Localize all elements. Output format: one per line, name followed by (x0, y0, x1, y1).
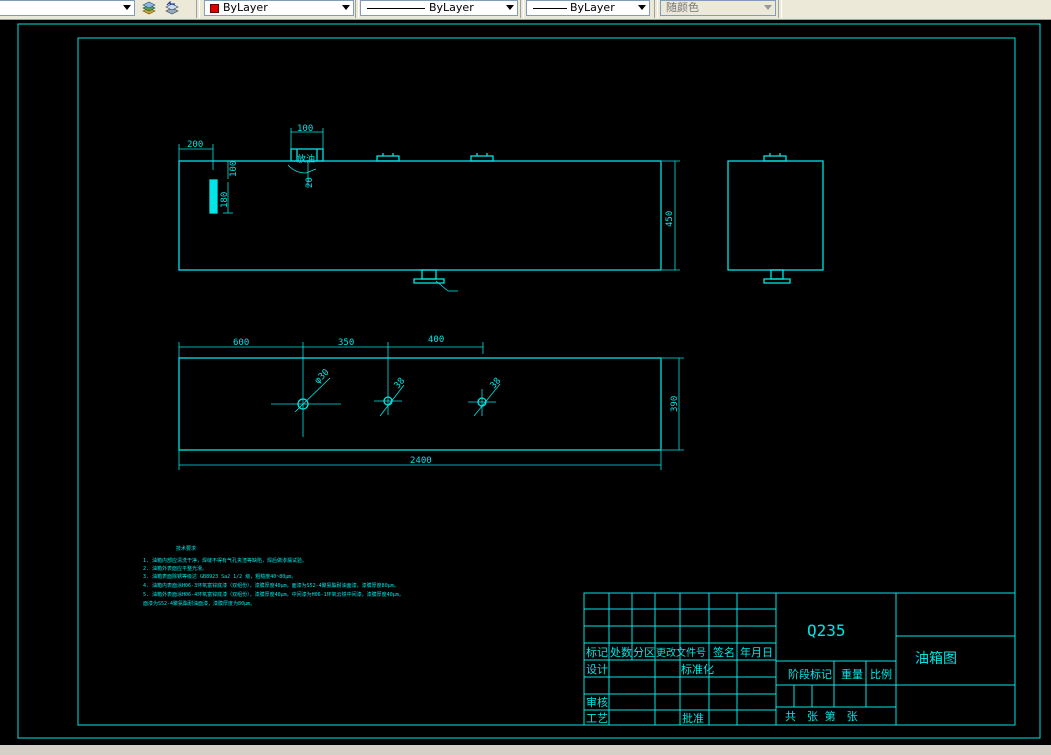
dim-text: 2400 (410, 456, 432, 466)
row-label: 工艺 (586, 712, 608, 725)
dim-text: 450 (665, 211, 675, 227)
dim-text: 180 (220, 192, 230, 208)
notes-title: 技术要求 (176, 545, 196, 552)
notes-line: 4. 油箱内表面涂H06-3环氧富锌底漆（双组份），漆膜厚度40μm，面漆为S5… (143, 582, 399, 589)
dim-text: 100 (229, 161, 239, 177)
plotstyle-control-dropdown[interactable]: 随颜色 (660, 0, 776, 16)
header-cell: 分区 (633, 646, 655, 659)
color-swatch (210, 4, 219, 13)
toolbar-separator (520, 0, 524, 18)
scale-label: 比例 (870, 667, 892, 681)
row-label: 批准 (682, 711, 704, 725)
dropdown-arrow-icon (342, 5, 350, 10)
lineweight-control-dropdown[interactable]: ByLayer (526, 0, 650, 16)
layer-dropdown[interactable] (0, 0, 135, 16)
notes-line: 面漆为S52-4聚氨酯耐油面漆，漆膜厚度为80μm。 (143, 600, 255, 607)
dropdown-arrow-icon (506, 5, 514, 10)
color-control-value: ByLayer (223, 1, 268, 14)
stage-label: 阶段标记 (788, 667, 832, 681)
row-label: 设计 (586, 663, 608, 676)
sheet-count: 共 张 第 张 (785, 709, 858, 723)
linetype-control-dropdown[interactable]: ByLayer (360, 0, 518, 16)
header-cell: 标记 (586, 645, 608, 659)
status-strip (0, 745, 1051, 755)
toolbar-separator (355, 0, 359, 18)
dim-text: 390 (670, 396, 680, 412)
row-label: 审核 (586, 695, 608, 709)
dropdown-arrow-icon (764, 5, 772, 10)
level-gauge (209, 179, 218, 214)
lineweight-control-value: ByLayer (570, 1, 615, 14)
dropdown-arrow-icon (123, 5, 131, 10)
notes-line: 1. 油箱内部应清洗干净，焊缝不得有气孔夹渣等缺陷，焊后做渗漏试验。 (143, 557, 307, 564)
toolbar-separator (654, 0, 658, 18)
notes-line: 5. 油箱外表面涂H06-4环氧富锌底漆（双组份），漆膜厚度40μm，中间漆为H… (143, 591, 404, 598)
dim-text: 400 (428, 335, 444, 345)
row-label: 标准化 (681, 662, 714, 676)
header-cell: 年月日 (740, 645, 773, 659)
dim-text: 350 (338, 338, 354, 348)
header-cell: 签名 (713, 645, 735, 659)
dropdown-arrow-icon (638, 5, 646, 10)
notes-line: 3. 油箱表面除锈等级达 GB8923 Sa2 1/2 级，粗糙度40~80μm… (143, 573, 296, 580)
layer-states-icon[interactable] (141, 1, 157, 16)
plotstyle-control-value: 随颜色 (666, 1, 699, 14)
material-label: Q235 (807, 621, 846, 640)
toolbar-separator (778, 0, 782, 18)
weight-label: 重量 (841, 667, 863, 681)
header-cell: 处数 (610, 646, 632, 659)
color-control-dropdown[interactable]: ByLayer (204, 0, 354, 16)
dim-text: 200 (187, 140, 203, 150)
drawing-name: 油箱图 (915, 651, 957, 667)
properties-toolbar: ByLayer ByLayer ByLayer 随颜色 (0, 0, 1051, 20)
header-cell: 更改文件号 (656, 646, 706, 659)
dim-text: 100 (297, 124, 313, 134)
lineweight-preview (533, 8, 567, 9)
drawing-canvas[interactable]: 200 100 放油 20 100 180 450 600 350 400 39… (0, 20, 1051, 755)
dim-text: 20 (305, 177, 315, 188)
layer-previous-icon[interactable] (164, 1, 180, 16)
toolbar-separator (196, 0, 200, 18)
linetype-control-value: ByLayer (429, 1, 474, 14)
callout-text: 放油 (297, 153, 315, 165)
linetype-preview (367, 8, 425, 9)
dim-text: 600 (233, 338, 249, 348)
notes-line: 2. 油箱外表面应平整光滑。 (143, 565, 207, 572)
